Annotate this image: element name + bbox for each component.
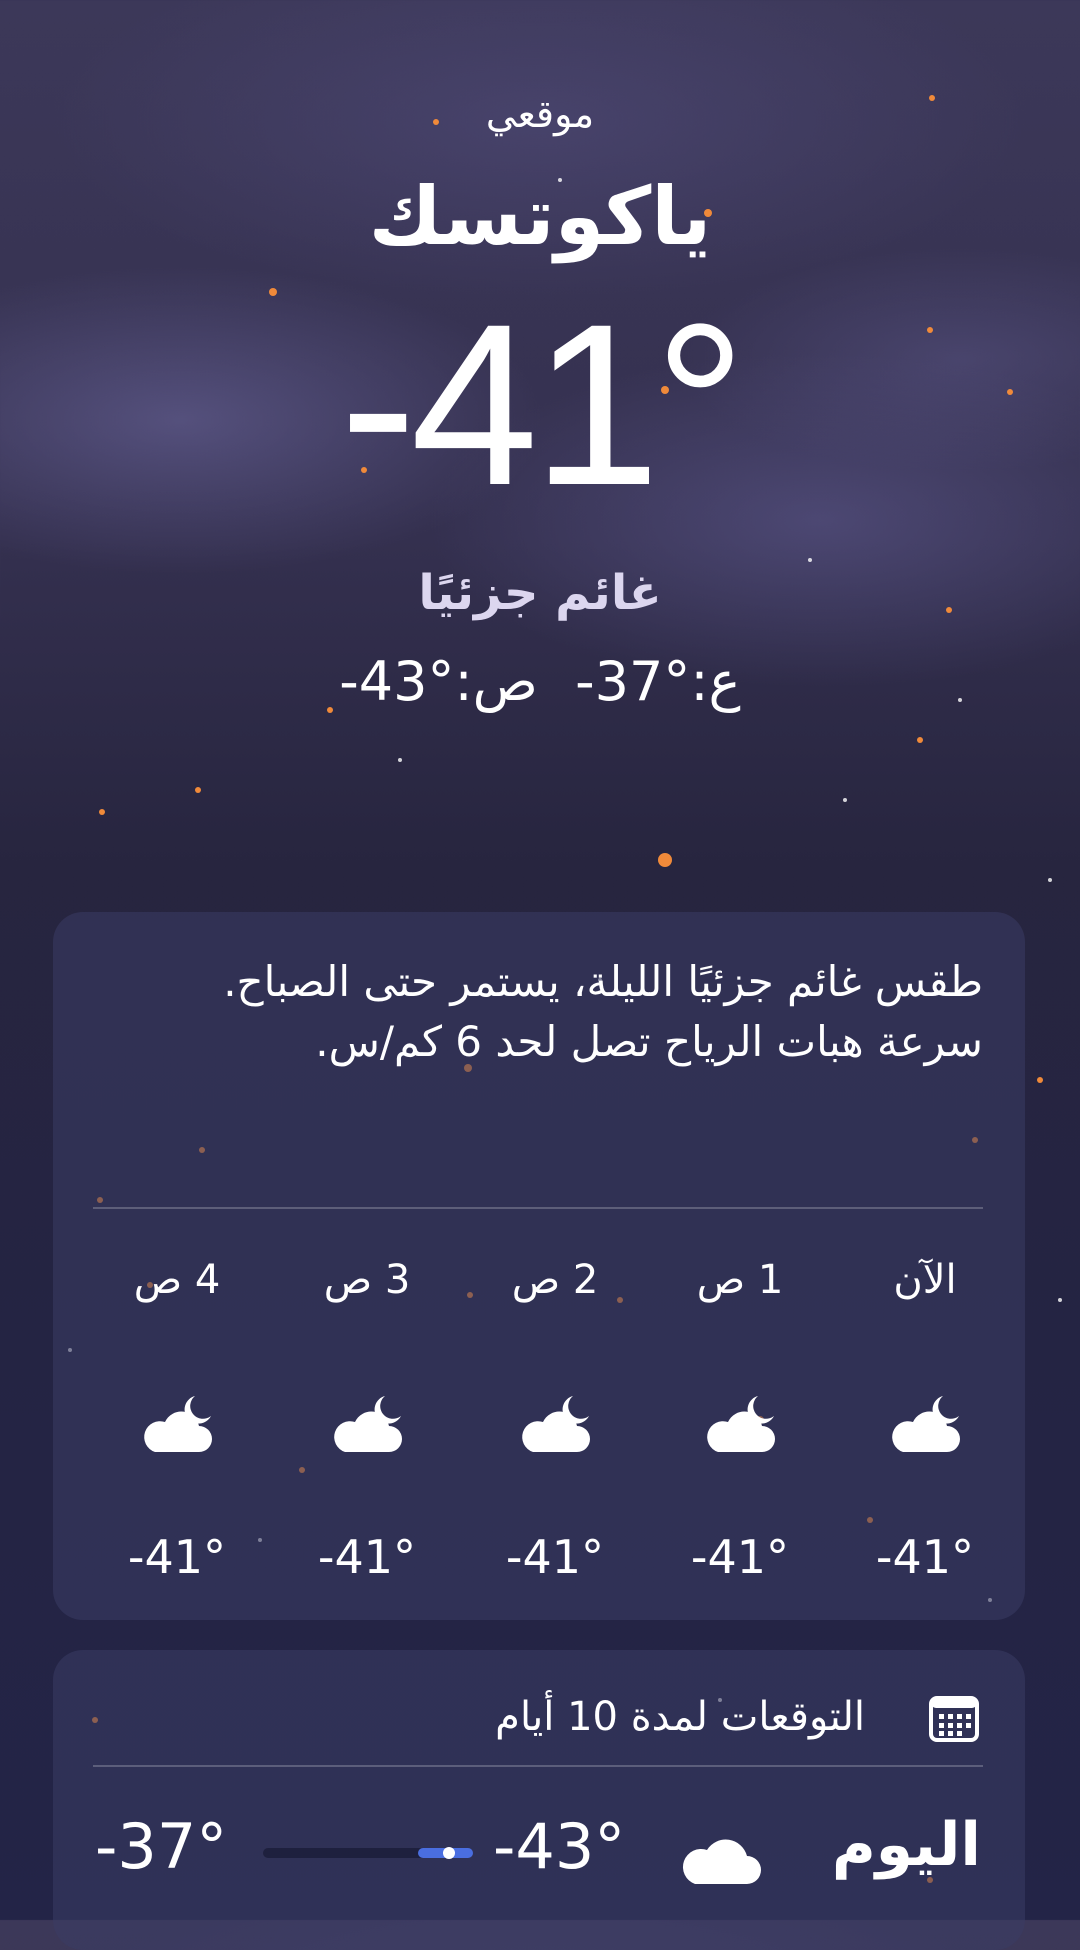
city-name: ياكوتسك xyxy=(368,170,712,263)
forecast-day-row[interactable]: اليوم -43° -37° xyxy=(53,1810,1025,1910)
hour-label: 3 ص xyxy=(323,1257,411,1303)
calendar-icon xyxy=(929,1696,979,1742)
hour-label: 1 ص xyxy=(696,1257,784,1303)
day-high-temp: -37° xyxy=(95,1810,228,1883)
ten-day-forecast-card[interactable]: التوقعات لمدة 10 أيام اليوم -43° -37° xyxy=(53,1650,1025,1950)
temperature-range-bar xyxy=(263,1847,473,1859)
hour-temp: -41° xyxy=(690,1530,790,1584)
day-name: اليوم xyxy=(831,1810,981,1880)
cloud-moon-icon xyxy=(892,1396,960,1452)
high-low-temps: ع:°37- ص:°43- xyxy=(0,650,1080,713)
hour-temp: -41° xyxy=(127,1530,227,1584)
condition-text: غائم جزئيًا xyxy=(418,565,662,621)
current-temperature: -41° xyxy=(339,276,746,533)
cloud-icon xyxy=(682,1839,761,1884)
hour-temp: -41° xyxy=(317,1530,417,1584)
hour-label: 2 ص xyxy=(511,1257,599,1303)
cloud-moon-icon xyxy=(334,1396,402,1452)
weather-summary: طقس غائم جزئيًا الليلة، يستمر حتى الصباح… xyxy=(223,957,983,1066)
cloud-moon-icon xyxy=(522,1396,590,1452)
card-divider xyxy=(93,1207,983,1209)
cloud-moon-icon xyxy=(144,1396,212,1452)
current-temp-dot xyxy=(443,1847,455,1859)
high-temp: ع:°37- xyxy=(575,650,741,713)
forecast-divider xyxy=(93,1765,983,1767)
cloud-moon-icon xyxy=(707,1396,775,1452)
forecast-title: التوقعات لمدة 10 أيام xyxy=(495,1694,865,1740)
hour-label: 4 ص xyxy=(133,1257,221,1303)
low-temp: ص:°43- xyxy=(339,650,538,713)
hourly-list[interactable]: الآن -41° 1 ص -41° 2 ص -41° 3 ص -41° 4 ص xyxy=(53,1245,1025,1605)
day-low-temp: -43° xyxy=(493,1810,626,1883)
location-label: موقعي xyxy=(485,92,595,136)
hour-temp: -41° xyxy=(505,1530,605,1584)
hour-label: الآن xyxy=(893,1257,957,1303)
hour-temp: -41° xyxy=(875,1530,975,1584)
